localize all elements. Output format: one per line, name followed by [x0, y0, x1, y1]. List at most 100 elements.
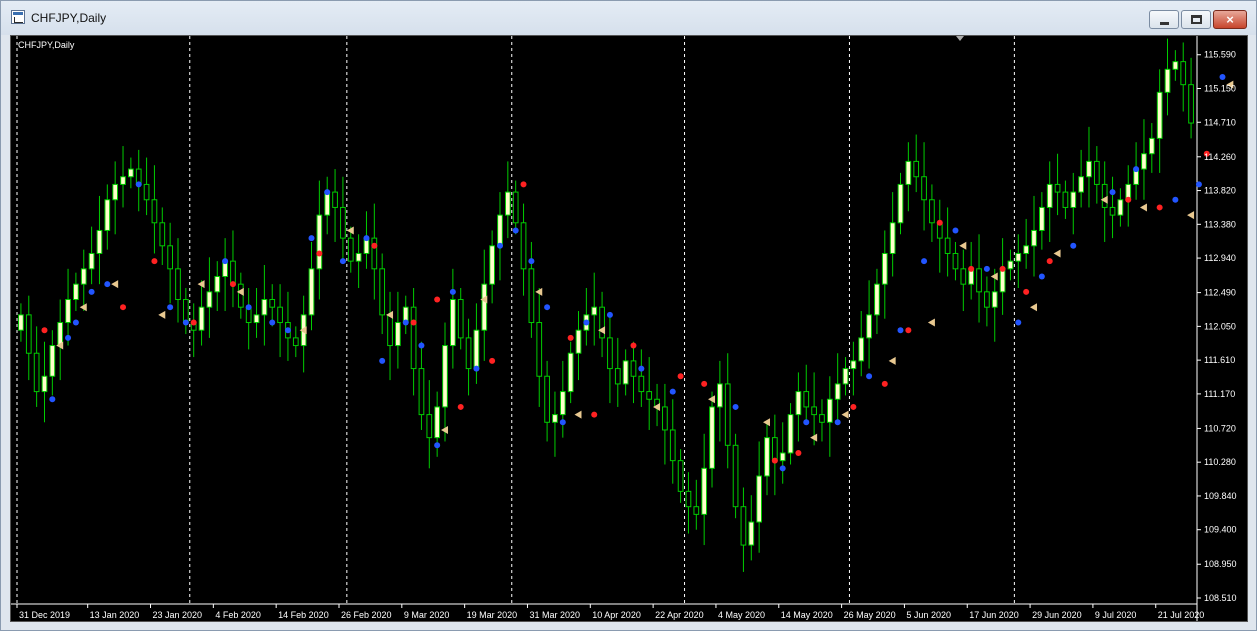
candle-body [724, 383, 731, 446]
signal-marker-tan [927, 318, 935, 327]
candle-body [308, 268, 315, 316]
candle-body [1070, 191, 1077, 208]
candle-body [1023, 245, 1030, 254]
candle-body [65, 299, 71, 324]
signal-marker-red [190, 319, 197, 326]
candle-body [913, 160, 920, 178]
candle-body [803, 391, 810, 408]
candle-body [999, 268, 1006, 293]
candle-body [395, 322, 401, 347]
signal-marker-blue [72, 319, 79, 326]
title-bar[interactable]: CHFJPY,Daily × [1, 1, 1256, 35]
price-tick-label: 113.820 [1204, 186, 1236, 196]
signal-marker-tan [1053, 249, 1061, 258]
signal-marker-blue [528, 258, 535, 265]
signal-marker-blue [496, 242, 503, 249]
candle-body [960, 268, 967, 285]
chart-area[interactable]: 115.590 115.150 114.710 114.260 113.820 113.3… [10, 35, 1248, 622]
price-chart[interactable]: 115.590 115.150 114.710 114.260 113.820 113.3… [11, 36, 1247, 621]
signal-marker-blue [182, 319, 189, 326]
candle-body [1148, 137, 1155, 155]
candle-body [230, 260, 236, 285]
signal-marker-red [881, 380, 888, 387]
candle-body [842, 368, 849, 385]
candle-body [826, 398, 833, 423]
signal-marker-tan [888, 356, 896, 365]
candle-body [465, 337, 472, 370]
time-tick-label: 22 Apr 2020 [655, 610, 704, 620]
time-tick-label: 31 Mar 2020 [529, 610, 580, 620]
candle-body [614, 368, 621, 385]
candle-body [1188, 84, 1194, 124]
time-tick-label: 5 Jun 2020 [906, 610, 951, 620]
price-tick-label: 112.490 [1204, 288, 1236, 298]
candle-body [371, 237, 378, 270]
price-tick-label: 108.950 [1204, 559, 1237, 569]
close-icon: × [1226, 12, 1234, 27]
signal-marker-red [1125, 196, 1132, 203]
candle-body [159, 222, 166, 247]
signal-marker-red [316, 250, 323, 257]
price-tick-label: 115.150 [1204, 84, 1236, 94]
signal-marker-blue [1133, 166, 1140, 173]
signal-marker-tan [1139, 203, 1147, 212]
signal-marker-blue [222, 258, 229, 265]
signal-marker-blue [512, 227, 519, 234]
candle-body [1141, 153, 1147, 170]
signal-marker-blue [135, 181, 142, 188]
signal-marker-blue [88, 288, 95, 295]
candle-body [1156, 91, 1163, 139]
candle-body [944, 237, 951, 254]
candle-body [1117, 199, 1124, 216]
candle-body [214, 275, 221, 293]
signal-marker-red [434, 296, 441, 303]
candle-body [1172, 61, 1179, 70]
candle-body [685, 490, 692, 508]
signal-marker-blue [473, 365, 480, 372]
candle-body [897, 183, 904, 224]
candle-body [638, 375, 645, 393]
signal-marker-blue [363, 235, 370, 242]
candle-body [277, 306, 283, 324]
minimize-button[interactable] [1149, 10, 1179, 29]
signal-marker-red [795, 449, 802, 456]
candle-body [921, 176, 927, 201]
signal-marker-tan [841, 410, 849, 419]
candle-body [1039, 206, 1045, 231]
candle-body [740, 506, 747, 546]
candle-body [567, 352, 574, 393]
signal-marker-red [520, 181, 527, 188]
shift-marker-icon [956, 36, 964, 41]
signal-marker-blue [1172, 196, 1179, 203]
candle-body [819, 414, 825, 423]
candle-body [1086, 160, 1092, 178]
candle-body [834, 383, 841, 400]
signal-marker-blue [269, 319, 276, 326]
candle-body [630, 360, 637, 377]
candle-body [410, 306, 417, 370]
signal-marker-blue [669, 388, 676, 395]
time-tick-label: 26 Feb 2020 [341, 610, 392, 620]
signal-marker-blue [803, 419, 810, 426]
candle-body [779, 452, 786, 462]
candle-body [261, 299, 268, 316]
time-tick-label: 21 Jul 2020 [1158, 610, 1205, 620]
candle-body [182, 299, 189, 324]
candle-body [858, 337, 865, 362]
time-tick-label: 4 May 2020 [718, 610, 765, 620]
price-tick-label: 112.050 [1204, 321, 1236, 331]
candle-body [748, 521, 755, 546]
signal-marker-blue [1038, 273, 1045, 280]
candle-body [693, 506, 700, 515]
signal-marker-blue [65, 334, 72, 341]
candle-body [520, 222, 527, 270]
candle-body [253, 314, 260, 324]
price-tick-label: 109.840 [1204, 491, 1237, 501]
candle-body [528, 268, 535, 324]
time-tick-label: 17 Jun 2020 [969, 610, 1019, 620]
maximize-button[interactable] [1181, 10, 1211, 29]
signal-marker-red [567, 334, 574, 341]
signal-marker-red [41, 327, 48, 334]
close-button[interactable]: × [1213, 10, 1247, 29]
candle-body [73, 283, 79, 301]
